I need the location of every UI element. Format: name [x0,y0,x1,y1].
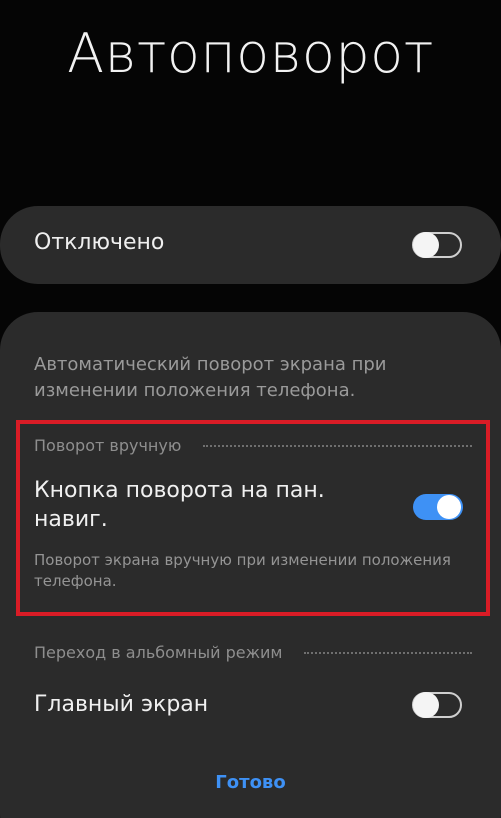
toggle-knob [437,495,461,519]
auto-rotate-screen: Автоповорот Отключено Автоматический пов… [0,0,501,818]
nav-rotation-description: Поворот экрана вручную при изменении пол… [34,551,451,590]
dotted-divider [203,444,472,447]
manual-rotation-section-header: Поворот вручную [34,436,472,455]
landscape-header-text: Переход в альбомный режим [34,643,283,662]
toggle-knob [413,692,439,718]
done-button[interactable]: Готово [0,772,501,793]
toggle-knob [413,232,439,258]
dotted-divider [304,651,472,654]
landscape-section-header: Переход в альбомный режим [34,643,472,662]
nav-rotation-button-label[interactable]: Кнопка поворота на пан. навиг. [34,476,394,534]
master-switch-label: Отключено [34,230,165,255]
settings-panel: Автоматический поворот экрана при измене… [0,312,501,818]
home-screen-label[interactable]: Главный экран [34,692,208,717]
nav-rotation-toggle-switch[interactable] [413,494,463,520]
home-screen-toggle-switch[interactable] [412,692,462,718]
page-title: Автоповорот [67,22,434,85]
master-toggle-switch[interactable] [412,232,462,258]
auto-rotate-description: Автоматический поворот экрана при измене… [34,354,387,401]
master-switch-card[interactable]: Отключено [0,206,501,284]
highlight-box-manual-rotation: Поворот вручную Кнопка поворота на пан. … [16,420,490,616]
manual-rotation-header-text: Поворот вручную [34,436,182,455]
